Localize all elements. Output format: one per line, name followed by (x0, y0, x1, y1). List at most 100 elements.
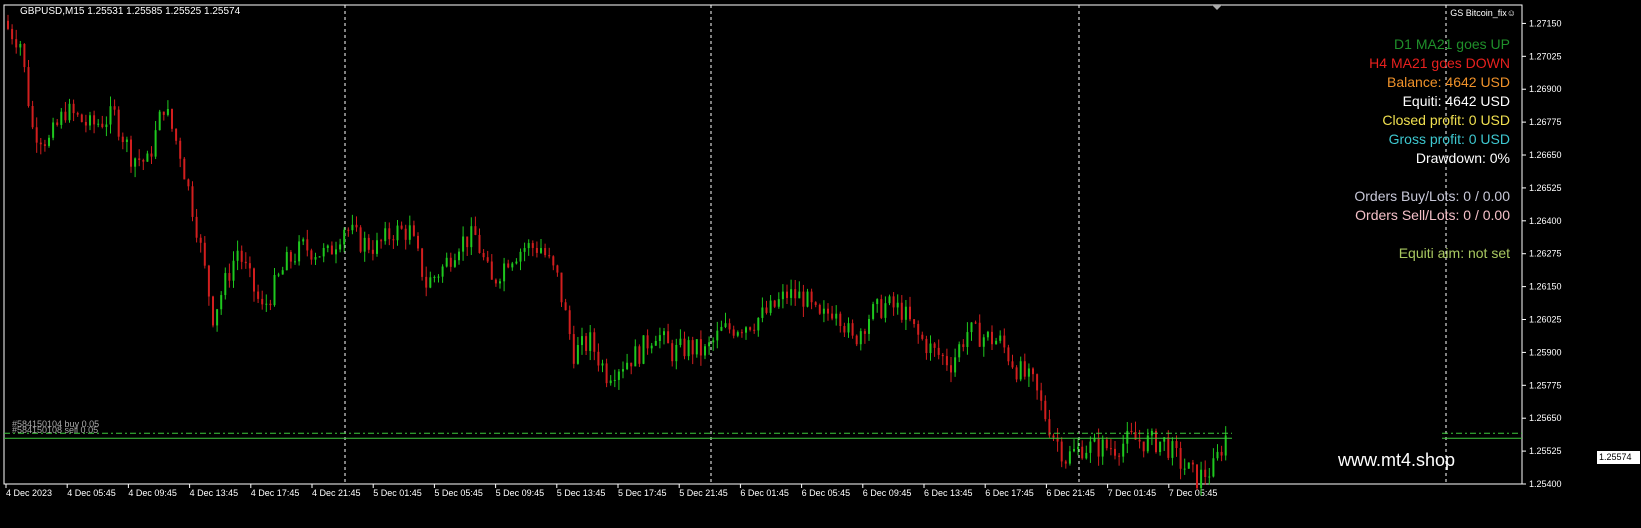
candle-body (1179, 448, 1182, 469)
candle-body (925, 338, 928, 354)
candle-body (80, 114, 83, 122)
y-tick-label: 1.27025 (1529, 51, 1562, 61)
candle-body (605, 363, 608, 384)
candle-body (257, 291, 260, 299)
candle-body (872, 304, 875, 319)
candle-body (228, 273, 231, 281)
candle-body (175, 128, 178, 141)
candle-body (11, 28, 14, 40)
candle-body (691, 340, 694, 355)
candle-body (1015, 367, 1018, 380)
candle-body (1073, 449, 1075, 452)
candle-body (453, 260, 456, 267)
candle-body (617, 371, 620, 380)
candle-body (265, 303, 268, 305)
x-tick-label: 5 Dec 01:45 (373, 488, 422, 498)
y-tick-label: 1.26775 (1529, 117, 1562, 127)
candle-body (687, 340, 690, 357)
candle-body (658, 335, 661, 342)
x-tick-label: 6 Dec 09:45 (863, 488, 912, 498)
x-tick-label: 4 Dec 13:45 (190, 488, 239, 498)
candle-body (1122, 443, 1125, 457)
candle-body (359, 227, 362, 252)
candle-body (671, 343, 674, 362)
candle-body (585, 336, 588, 351)
candle-body (921, 334, 924, 339)
candle-body (790, 289, 793, 298)
x-tick-label: 7 Dec 01:45 (1108, 488, 1157, 498)
candle-body (269, 303, 272, 306)
info-h4-trend: H4 MA21 goes DOWN (1369, 55, 1510, 71)
x-tick-label: 5 Dec 05:45 (434, 488, 483, 498)
candle-body (712, 340, 715, 343)
candle-body (966, 332, 969, 348)
x-tick-label: 5 Dec 21:45 (679, 488, 728, 498)
candle-body (638, 346, 641, 364)
candle-body (1040, 390, 1043, 401)
candle-body (150, 153, 153, 157)
candle-body (974, 322, 977, 324)
candle-body (326, 245, 329, 248)
candle-body (962, 344, 965, 348)
candle-body (216, 309, 219, 326)
candle-body (203, 242, 206, 266)
y-tick-label: 1.25525 (1529, 446, 1562, 456)
candle-body (827, 308, 829, 314)
candle-body (593, 332, 596, 352)
candle-body (425, 276, 428, 288)
x-tick-label: 4 Dec 2023 (6, 488, 52, 498)
info-d1-trend: D1 MA21 goes UP (1394, 36, 1510, 52)
candle-body (1171, 441, 1174, 458)
candle-body (917, 324, 920, 335)
candle-body (441, 266, 444, 277)
chart-window[interactable]: 1.27150 1.27025 1.26900 1.26775 1.26650 1.265… (0, 0, 1641, 528)
candle-body (535, 247, 538, 253)
candle-body (806, 291, 809, 307)
candle-body (273, 274, 276, 306)
candle-body (1068, 451, 1071, 464)
candle-body (1105, 439, 1108, 449)
candle-body (991, 331, 993, 345)
candle-body (663, 331, 665, 336)
info-orders-sell: Orders Sell/Lots: 0 / 0.00 (1355, 207, 1510, 223)
candle-body (355, 224, 358, 228)
candle-body (1064, 461, 1067, 464)
y-tick-label: 1.26650 (1529, 150, 1562, 160)
candle-body (486, 257, 489, 262)
candle-body (773, 300, 776, 307)
candle-body (1089, 441, 1092, 453)
candle-body (679, 338, 682, 345)
candle-body (314, 256, 317, 260)
chart-shift-marker (1212, 5, 1222, 10)
candle-body (68, 103, 71, 121)
x-tick-label: 6 Dec 13:45 (924, 488, 973, 498)
candle-body (1023, 361, 1026, 377)
candle-body (810, 291, 813, 303)
candle-body (626, 362, 629, 370)
candle-body (683, 338, 686, 357)
y-tick-label: 1.25775 (1529, 380, 1562, 390)
candle-body (958, 344, 961, 358)
candle-body (667, 331, 670, 344)
candle-body (798, 291, 801, 299)
candle-body (523, 248, 526, 252)
candle-body (945, 356, 948, 366)
candle-body (642, 335, 645, 364)
candle-body (1036, 374, 1039, 391)
candle-body (1077, 446, 1080, 450)
candle-body (367, 237, 370, 250)
candle-body (1101, 439, 1104, 457)
candle-body (613, 379, 616, 381)
candle-body (609, 380, 612, 384)
order-label-sell[interactable]: #584150108 sell 0.05 (12, 425, 98, 435)
candle-body (224, 273, 227, 296)
candle-body (986, 331, 989, 338)
candle-body (64, 111, 67, 121)
candle-body (576, 345, 579, 364)
candle-body (650, 345, 653, 349)
candle-body (408, 225, 411, 240)
indicator-name[interactable]: GS Bitcoin_fix☺ (1450, 8, 1516, 18)
candle-body (191, 186, 194, 217)
candle-body (134, 158, 137, 167)
candle-body (839, 313, 842, 327)
